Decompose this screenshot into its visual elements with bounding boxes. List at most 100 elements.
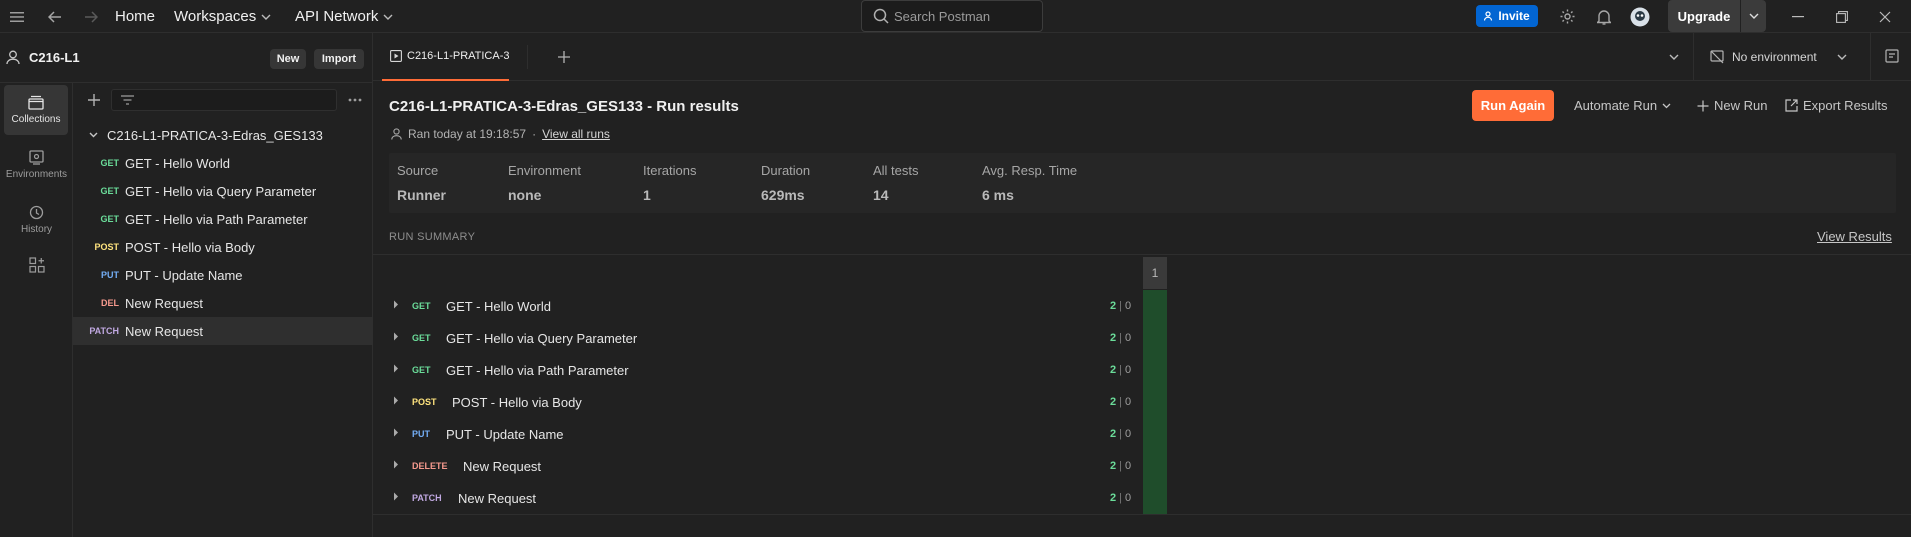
tree-request-item[interactable]: GET GET - Hello via Path Parameter xyxy=(73,205,373,233)
test-counts: 2 | 0 xyxy=(1110,364,1131,376)
run-again-button[interactable]: Run Again xyxy=(1472,90,1554,121)
new-tab-icon[interactable] xyxy=(557,50,571,64)
gear-icon[interactable] xyxy=(1556,0,1578,33)
add-icon[interactable] xyxy=(87,93,101,107)
request-name: PUT - Update Name xyxy=(125,267,243,283)
stat-label: Iterations xyxy=(643,163,697,178)
count-separator: | xyxy=(1119,396,1122,408)
summary-row[interactable]: DELETE New Request 2 | 0 xyxy=(373,450,1143,482)
method-badge: GET xyxy=(100,186,119,196)
filter-input[interactable] xyxy=(111,89,337,111)
stat-label: Duration xyxy=(761,163,811,178)
new-button[interactable]: New xyxy=(270,49,306,69)
export-results-button[interactable]: Export Results xyxy=(1785,90,1888,121)
chevron-down-icon xyxy=(89,132,98,138)
chevron-down-icon[interactable] xyxy=(1669,54,1679,60)
summary-row[interactable]: POST POST - Hello via Body 2 | 0 xyxy=(373,386,1143,418)
tree-request-item[interactable]: GET GET - Hello World xyxy=(73,149,373,177)
summary-row[interactable]: GET GET - Hello via Query Parameter 2 | 0 xyxy=(373,322,1143,354)
summary-row[interactable]: GET GET - Hello World 2 | 0 xyxy=(373,290,1143,322)
run-stats: Source Runner Environment none Iteration… xyxy=(389,153,1896,213)
new-run-button[interactable]: New Run xyxy=(1697,90,1767,121)
nav-workspaces-label: Workspaces xyxy=(174,8,257,25)
summary-row[interactable]: PATCH New Request 2 | 0 xyxy=(373,482,1143,514)
search-input[interactable]: Search Postman xyxy=(861,0,1043,32)
iteration-header[interactable]: 1 xyxy=(1143,257,1167,289)
hamburger-menu-icon[interactable] xyxy=(8,0,26,33)
chevron-right-icon[interactable] xyxy=(393,460,399,469)
collection-item[interactable]: C216-L1-PRATICA-3-Edras_GES133 xyxy=(73,121,373,149)
chevron-right-icon[interactable] xyxy=(393,300,399,309)
method-badge: POST xyxy=(94,242,119,252)
failed-count: 0 xyxy=(1124,428,1132,440)
method-badge: GET xyxy=(412,301,431,311)
tree-request-item[interactable]: PATCH New Request xyxy=(73,317,373,345)
close-icon[interactable] xyxy=(1877,0,1893,33)
automate-run-button[interactable]: Automate Run xyxy=(1574,90,1671,121)
tab-title: C216-L1-PRATICA-3-Edr xyxy=(407,50,509,62)
passed-count: 2 xyxy=(1110,460,1117,472)
chevron-down-icon[interactable] xyxy=(1741,13,1766,19)
workspace-name[interactable]: C216-L1 xyxy=(29,50,80,65)
nav-home[interactable]: Home xyxy=(115,0,155,33)
tree-request-item[interactable]: POST POST - Hello via Body xyxy=(73,233,373,261)
nav-home-label: Home xyxy=(115,8,156,25)
chevron-right-icon[interactable] xyxy=(393,332,399,341)
bell-icon[interactable] xyxy=(1593,0,1615,33)
nav-workspaces[interactable]: Workspaces xyxy=(174,0,271,33)
automate-run-label: Automate Run xyxy=(1574,98,1658,113)
tree-request-item[interactable]: GET GET - Hello via Query Parameter xyxy=(73,177,373,205)
back-arrow-icon[interactable] xyxy=(46,0,64,33)
environments-icon xyxy=(29,150,44,165)
tree-request-item[interactable]: DEL New Request xyxy=(73,289,373,317)
divider xyxy=(1693,33,1694,81)
sidebar-item-environments[interactable]: Environments xyxy=(0,140,73,190)
sidebar-item-apps[interactable] xyxy=(0,240,73,290)
stat-value: 6 ms xyxy=(982,187,1014,203)
sidebar-item-history[interactable]: History xyxy=(0,195,73,245)
sidebar-rail: Collections Environments History xyxy=(0,83,73,537)
invite-button[interactable]: Invite xyxy=(1476,5,1538,27)
method-badge: PATCH xyxy=(89,326,119,336)
failed-count: 0 xyxy=(1124,332,1132,344)
sidebar-item-label: History xyxy=(20,224,53,235)
method-badge: DELETE xyxy=(412,461,448,471)
more-options-icon[interactable] xyxy=(348,98,362,102)
run-timestamp: Ran today at 19:18:57 xyxy=(408,127,527,141)
count-separator: | xyxy=(1119,492,1122,504)
run-again-label: Run Again xyxy=(1480,98,1546,113)
tab-bar: C216-L1-PRATICA-3-Edr No environment xyxy=(373,33,1911,81)
minimize-icon[interactable] xyxy=(1790,0,1806,33)
passed-count: 2 xyxy=(1110,428,1117,440)
chevron-right-icon[interactable] xyxy=(393,396,399,405)
filter-icon xyxy=(121,95,134,105)
forward-arrow-icon[interactable] xyxy=(82,0,100,33)
avatar[interactable] xyxy=(1628,0,1652,33)
method-badge: DEL xyxy=(101,298,119,308)
failed-count: 0 xyxy=(1124,364,1132,376)
tree-request-item[interactable]: PUT PUT - Update Name xyxy=(73,261,373,289)
no-environment-icon xyxy=(1710,50,1724,64)
passed-count: 2 xyxy=(1110,492,1117,504)
chevron-right-icon[interactable] xyxy=(393,492,399,501)
nav-api-network-label: API Network xyxy=(295,8,379,25)
upgrade-button[interactable]: Upgrade xyxy=(1668,0,1766,32)
environment-selector[interactable]: No environment xyxy=(1710,33,1847,81)
divider xyxy=(1870,33,1871,81)
passed-count: 2 xyxy=(1110,396,1117,408)
import-button[interactable]: Import xyxy=(314,49,364,69)
summary-row[interactable]: PUT PUT - Update Name 2 | 0 xyxy=(373,418,1143,450)
view-all-runs-link[interactable]: View all runs xyxy=(542,127,610,141)
chevron-right-icon[interactable] xyxy=(393,428,399,437)
view-results-link[interactable]: View Results xyxy=(1817,229,1892,244)
environment-quick-look-icon[interactable] xyxy=(1885,49,1899,63)
nav-api-network[interactable]: API Network xyxy=(295,0,393,33)
sidebar-item-collections[interactable]: Collections xyxy=(4,85,68,135)
search-icon xyxy=(873,8,889,24)
tab-runner[interactable]: C216-L1-PRATICA-3-Edr xyxy=(382,33,509,81)
restore-icon[interactable] xyxy=(1834,0,1850,33)
request-name: POST - Hello via Body xyxy=(125,239,255,255)
summary-row[interactable]: GET GET - Hello via Path Parameter 2 | 0 xyxy=(373,354,1143,386)
iteration-result-column[interactable] xyxy=(1143,290,1167,514)
chevron-right-icon[interactable] xyxy=(393,364,399,373)
